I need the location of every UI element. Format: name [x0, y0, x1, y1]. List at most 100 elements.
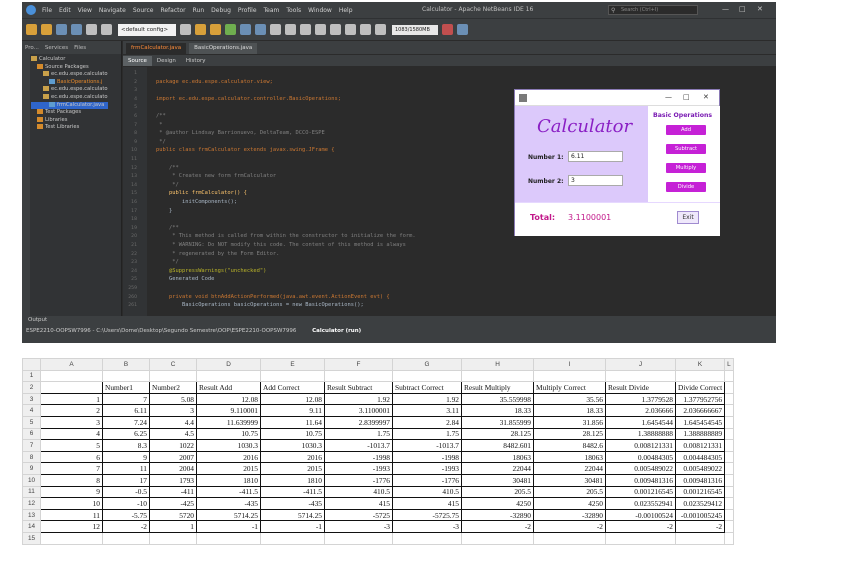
- view-design-button[interactable]: Design: [152, 56, 181, 66]
- cell[interactable]: 205.5: [461, 485, 534, 499]
- cell[interactable]: [724, 415, 734, 429]
- menu-item-view[interactable]: View: [78, 7, 92, 14]
- cell[interactable]: -2: [605, 520, 676, 533]
- cell[interactable]: 4.4: [149, 415, 197, 429]
- cell[interactable]: 18.33: [533, 404, 606, 417]
- cell[interactable]: 410.5: [324, 485, 393, 499]
- row-header[interactable]: 2: [22, 381, 41, 394]
- number2-input[interactable]: 3: [568, 175, 623, 186]
- debug-icon[interactable]: [240, 24, 251, 35]
- cell[interactable]: [102, 369, 150, 383]
- cell[interactable]: 4: [40, 427, 103, 441]
- cell[interactable]: 8482.601: [461, 439, 534, 452]
- cell[interactable]: 8.3: [102, 439, 150, 452]
- column-header[interactable]: H: [461, 358, 534, 371]
- cell[interactable]: 415: [324, 497, 393, 510]
- header-cell[interactable]: Subtract Correct: [392, 381, 462, 394]
- menu-item-team[interactable]: Team: [264, 7, 280, 14]
- cell[interactable]: 4.5: [149, 427, 197, 441]
- cell[interactable]: 9: [40, 485, 103, 499]
- cell[interactable]: 1: [40, 392, 103, 406]
- cell[interactable]: -1993: [324, 462, 393, 475]
- cell[interactable]: 205.5: [533, 485, 606, 499]
- cell[interactable]: 2: [40, 404, 103, 417]
- subtract-button[interactable]: Subtract: [666, 144, 706, 154]
- row-header[interactable]: 6: [22, 427, 41, 441]
- menu-item-profile[interactable]: Profile: [238, 7, 257, 14]
- cell[interactable]: 1030.3: [196, 439, 261, 452]
- header-cell[interactable]: Divide Correct: [674, 381, 726, 394]
- cell[interactable]: 22044: [533, 462, 606, 475]
- cell[interactable]: 2.84: [392, 415, 462, 429]
- cell[interactable]: 35.559998: [461, 392, 534, 406]
- menu-item-run[interactable]: Run: [193, 7, 205, 14]
- cell[interactable]: -10: [102, 497, 150, 510]
- cell[interactable]: [724, 369, 734, 383]
- cell[interactable]: 10.75: [260, 427, 325, 441]
- cell[interactable]: -2: [461, 520, 534, 533]
- cell[interactable]: 1.6454544: [605, 415, 676, 429]
- cell[interactable]: 5.08: [149, 392, 197, 406]
- cell[interactable]: -32890: [533, 508, 606, 522]
- cell[interactable]: 11.639999: [196, 415, 261, 429]
- project-tab-1[interactable]: Services: [45, 45, 68, 51]
- cell[interactable]: 0.023529412: [674, 497, 726, 510]
- tree-item[interactable]: BasicOperations.j: [31, 78, 108, 87]
- cell[interactable]: [461, 531, 534, 545]
- cell[interactable]: -1998: [392, 450, 462, 464]
- cell[interactable]: -2: [102, 520, 150, 533]
- cell[interactable]: -425: [149, 497, 197, 510]
- cell[interactable]: -411.5: [196, 485, 261, 499]
- column-header[interactable]: F: [324, 358, 393, 371]
- cell[interactable]: 18063: [533, 450, 606, 464]
- cell[interactable]: 1.377952756: [674, 392, 726, 406]
- row-header[interactable]: 12: [22, 497, 41, 510]
- column-header[interactable]: D: [196, 358, 261, 371]
- cell[interactable]: 5: [40, 439, 103, 452]
- cell[interactable]: 3: [40, 415, 103, 429]
- cell[interactable]: [392, 531, 462, 545]
- header-cell[interactable]: Result Multiply: [461, 381, 534, 394]
- header-cell[interactable]: Number2: [149, 381, 197, 394]
- column-header[interactable]: G: [392, 358, 462, 371]
- cell[interactable]: 6: [40, 450, 103, 464]
- cell[interactable]: [724, 381, 734, 394]
- tree-item[interactable]: Source Packages: [31, 63, 108, 72]
- cell[interactable]: 0.009481316: [605, 473, 676, 487]
- cell[interactable]: [40, 369, 103, 383]
- config-select[interactable]: <default config>: [118, 23, 176, 36]
- cell[interactable]: 3: [149, 404, 197, 417]
- cell[interactable]: 0.004484305: [674, 450, 726, 464]
- divide-button[interactable]: Divide: [666, 182, 706, 192]
- calc-maximize-icon[interactable]: □: [683, 93, 690, 101]
- cell[interactable]: [392, 369, 462, 383]
- redo-icon[interactable]: [101, 24, 112, 35]
- column-header[interactable]: I: [533, 358, 606, 371]
- cell[interactable]: -411: [149, 485, 197, 499]
- cell[interactable]: 0.008121331: [605, 439, 676, 452]
- output-tab-project[interactable]: ESPE2210-OOPSW7996 - C:\Users\Dome\Deskt…: [26, 328, 296, 334]
- tree-item[interactable]: Libraries: [31, 116, 108, 125]
- row-header[interactable]: 14: [22, 520, 41, 533]
- cell[interactable]: -3: [324, 520, 393, 533]
- cell[interactable]: [674, 369, 726, 383]
- cell[interactable]: 3.1100001: [324, 404, 393, 417]
- cell[interactable]: -0.001005245: [674, 508, 726, 522]
- row-header[interactable]: 1: [22, 369, 41, 383]
- search-box[interactable]: ⚲ Search (Ctrl+I): [608, 5, 698, 15]
- row-header[interactable]: 7: [22, 439, 41, 452]
- cell[interactable]: 3.11: [392, 404, 462, 417]
- minimize-icon[interactable]: —: [722, 5, 729, 13]
- clean-build-icon[interactable]: [210, 24, 221, 35]
- cell[interactable]: -3: [392, 520, 462, 533]
- cell[interactable]: 4250: [461, 497, 534, 510]
- cell[interactable]: -1776: [392, 473, 462, 487]
- cell[interactable]: 2.036666667: [674, 404, 726, 417]
- row-header[interactable]: 15: [22, 531, 41, 545]
- maximize-icon[interactable]: □: [739, 5, 746, 13]
- cell[interactable]: 17: [102, 473, 150, 487]
- calc-minimize-icon[interactable]: —: [665, 93, 672, 101]
- menu-item-edit[interactable]: Edit: [59, 7, 71, 14]
- cell[interactable]: 1.75: [392, 427, 462, 441]
- menu-item-help[interactable]: Help: [339, 7, 353, 14]
